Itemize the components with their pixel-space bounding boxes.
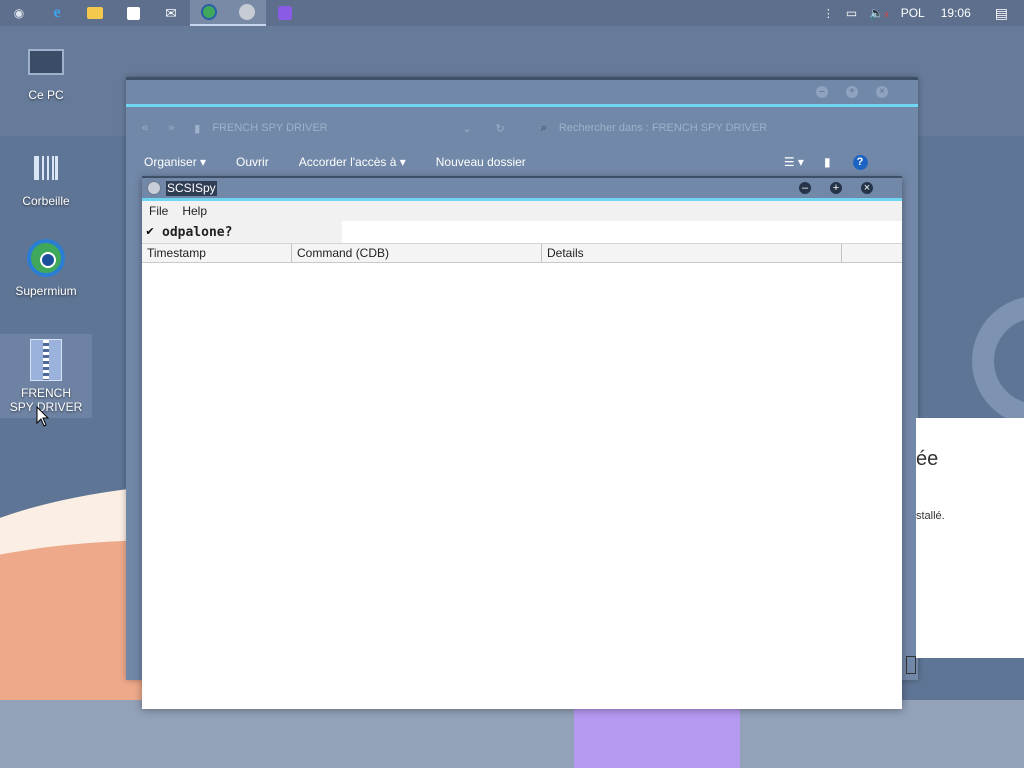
supermium-icon xyxy=(24,236,68,280)
desktop-icon-label: Corbeille xyxy=(22,194,70,208)
recycle-bin-icon xyxy=(24,146,68,190)
odpalone-option[interactable]: ✔ odpalone? xyxy=(142,221,342,243)
edge-icon: e xyxy=(53,4,61,21)
column-header-details[interactable]: Details xyxy=(542,244,842,262)
log-table-body[interactable] xyxy=(142,263,902,709)
clock[interactable]: 19:06 xyxy=(941,6,971,20)
desktop-icon-ce-pc[interactable]: Ce PC xyxy=(1,40,91,102)
cortana-icon: ◉ xyxy=(13,6,25,20)
monitor-icon xyxy=(24,40,68,84)
search-input[interactable]: Rechercher dans : FRENCH SPY DRIVER xyxy=(559,122,767,134)
log-table-header: Timestamp Command (CDB) Details xyxy=(142,243,902,263)
minimize-button[interactable]: – xyxy=(799,182,811,194)
taskbar-scsispy[interactable] xyxy=(228,0,266,26)
menu-help[interactable]: Help xyxy=(182,204,207,218)
mail-icon: ✉ xyxy=(165,5,177,21)
taskbar-mail[interactable]: ✉ xyxy=(152,0,190,26)
scsispy-app-icon xyxy=(147,181,161,195)
setup-dialog-partial: ée stallé. xyxy=(906,418,1024,674)
volume-muted-icon[interactable]: 🔈x xyxy=(869,6,888,20)
folder-zip-icon xyxy=(24,338,68,382)
preview-pane-icon[interactable]: ▮ xyxy=(824,155,831,169)
search-icon: ⌕ xyxy=(540,121,547,134)
taskbar-cortana[interactable]: ◉ xyxy=(0,0,38,26)
supermium-icon xyxy=(201,4,217,20)
menu-file[interactable]: File xyxy=(149,204,168,218)
taskbar-store[interactable] xyxy=(114,0,152,26)
odpalone-checkbox[interactable]: ✔ xyxy=(144,226,156,238)
network-icon[interactable]: ▭ xyxy=(846,6,857,20)
view-options-icon[interactable]: ☰ ▾ xyxy=(784,155,804,169)
refresh-icon[interactable]: ↻ xyxy=(496,122,505,135)
organize-label: Organiser xyxy=(144,155,197,169)
taskbar-supermium[interactable] xyxy=(190,0,228,26)
desktop-icon-corbeille[interactable]: Corbeille xyxy=(1,146,91,208)
back-icon[interactable]: « xyxy=(142,122,148,134)
folder-icon: ▮ xyxy=(194,122,201,135)
scsispy-titlebar[interactable]: SCSISpy – + × xyxy=(142,176,902,198)
column-header-timestamp[interactable]: Timestamp xyxy=(142,244,292,262)
desktop-icon-french-spy-driver[interactable]: FRENCH SPY DRIVER xyxy=(1,338,91,414)
minimize-button[interactable]: – xyxy=(816,86,828,98)
file-explorer-icon xyxy=(87,7,103,19)
odpalone-label: odpalone? xyxy=(162,224,233,240)
dropdown-icon[interactable]: ⌄ xyxy=(462,122,471,135)
column-header-command[interactable]: Command (CDB) xyxy=(292,244,542,262)
setup-text: stallé. xyxy=(916,510,945,522)
maximize-button[interactable]: + xyxy=(830,182,842,194)
store-icon xyxy=(126,6,140,20)
mouse-cursor-icon xyxy=(36,406,50,427)
desktop-icon-label: Ce PC xyxy=(28,88,64,102)
forward-icon[interactable]: » xyxy=(168,122,174,134)
scsispy-window: SCSISpy – + × File Help ✔ odpalone? Time… xyxy=(142,176,902,709)
address-path[interactable]: FRENCH SPY DRIVER xyxy=(212,122,462,134)
taskbar: ◉ e ✉ ⋮ ▭ 🔈x POL 19:06 ▤ xyxy=(0,0,1024,26)
desktop: ◉ e ✉ ⋮ ▭ 🔈x POL 19:06 ▤ Ce PC Corbeille… xyxy=(0,0,1024,768)
menubar: File Help xyxy=(142,201,902,221)
share-button[interactable]: Accorder l'accès à ▾ xyxy=(299,155,406,169)
desktop-icon-label: Supermium xyxy=(15,284,77,298)
open-button[interactable]: Ouvrir xyxy=(236,155,269,169)
visual-studio-icon xyxy=(278,6,292,20)
wallpaper-purple-block xyxy=(574,700,740,768)
scsispy-title: SCSISpy xyxy=(166,181,217,196)
taskbar-visual-studio[interactable] xyxy=(266,0,304,26)
help-icon[interactable]: ? xyxy=(852,154,868,170)
setup-heading: ée xyxy=(916,448,939,470)
wallpaper-bottom-band xyxy=(0,700,1024,768)
close-button[interactable]: × xyxy=(876,86,888,98)
taskbar-file-explorer[interactable] xyxy=(76,0,114,26)
share-label: Accorder l'accès à xyxy=(298,155,397,169)
new-folder-button[interactable]: Nouveau dossier xyxy=(436,155,526,169)
desktop-icon-supermium[interactable]: Supermium xyxy=(1,236,91,298)
system-tray: ⋮ ▭ 🔈x POL 19:06 ▤ xyxy=(817,0,1024,26)
chevron-up-icon[interactable]: ⋮ xyxy=(823,7,834,20)
explorer-navbar: « » ▮ FRENCH SPY DRIVER ⌄ ↻ ⌕ Rechercher… xyxy=(126,107,918,149)
organize-button[interactable]: Organiser ▾ xyxy=(144,155,206,169)
close-button[interactable]: × xyxy=(861,182,873,194)
explorer-titlebar: – + × xyxy=(126,80,918,104)
notification-icon[interactable]: ▤ xyxy=(995,5,1008,22)
setup-button-edge[interactable] xyxy=(906,656,916,674)
maximize-button[interactable]: + xyxy=(846,86,858,98)
taskbar-edge[interactable]: e xyxy=(38,0,76,26)
explorer-toolbar: Organiser ▾ Ouvrir Accorder l'accès à ▾ … xyxy=(126,149,918,175)
language-indicator[interactable]: POL xyxy=(901,6,925,20)
scsispy-icon xyxy=(239,4,255,20)
wallpaper-circle xyxy=(972,296,1024,426)
